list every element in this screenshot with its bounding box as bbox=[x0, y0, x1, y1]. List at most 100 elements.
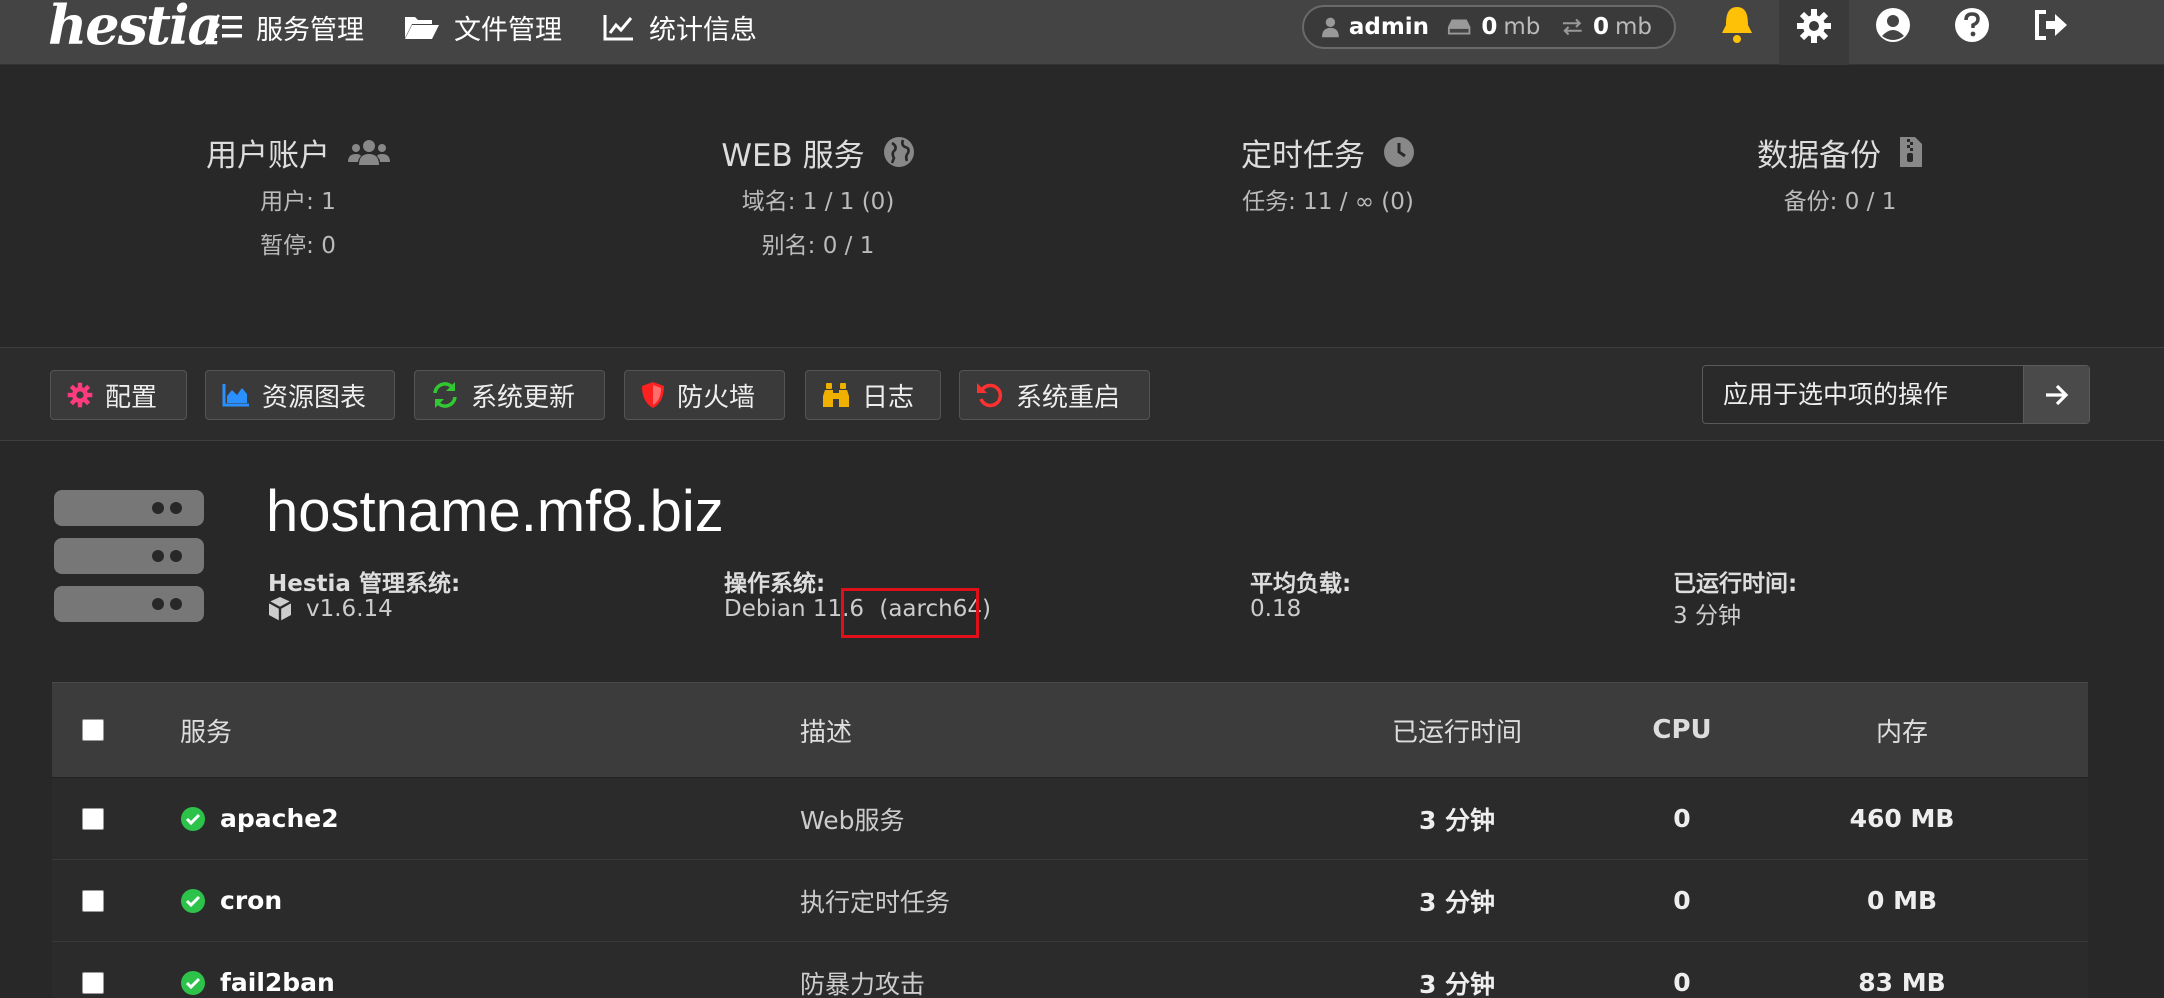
table-row[interactable]: fail2ban 防暴力攻击 3 分钟 0 83 MB bbox=[52, 942, 2088, 998]
button-label: 资源图表 bbox=[262, 382, 367, 413]
summary-title[interactable]: 定时任务 bbox=[1128, 130, 1528, 174]
folder-open-icon bbox=[405, 17, 439, 39]
arrow-right-icon bbox=[2045, 384, 2068, 405]
binoculars-icon bbox=[823, 383, 849, 407]
col-memory[interactable]: 内存 bbox=[1772, 683, 2032, 777]
summary-web-line2: 别名: 0 / 1 bbox=[761, 233, 875, 259]
service-description: 执行定时任务 bbox=[800, 887, 951, 917]
exchange-icon bbox=[1563, 18, 1583, 36]
nav-label: 统计信息 bbox=[649, 14, 757, 46]
highlight-box bbox=[841, 588, 979, 638]
col-cpu[interactable]: CPU bbox=[1592, 683, 1772, 777]
service-cell: apache2 bbox=[180, 778, 339, 859]
hostname-title: hostname.mf8.biz bbox=[266, 479, 724, 544]
summary-title[interactable]: WEB 服务 bbox=[618, 130, 1018, 174]
nav-label: 服务管理 bbox=[256, 14, 364, 46]
clock-icon bbox=[1384, 137, 1414, 167]
service-cell: fail2ban bbox=[180, 942, 335, 998]
summary-web: WEB 服务 域名: 1 / 1 (0) 别名: 0 / 1 bbox=[618, 130, 1018, 262]
chart-line-icon bbox=[603, 15, 633, 41]
logout-icon bbox=[2035, 10, 2067, 40]
cog-icon bbox=[67, 382, 93, 408]
profile-button[interactable] bbox=[1858, 0, 1928, 50]
nav-server-management[interactable]: 服务管理 bbox=[210, 0, 364, 54]
resource-charts-button[interactable]: 资源图表 bbox=[205, 370, 395, 420]
row-checkbox[interactable] bbox=[82, 971, 104, 994]
col-description[interactable]: 描述 bbox=[800, 683, 852, 777]
col-uptime[interactable]: 已运行时间 bbox=[1292, 683, 1622, 777]
apply-button[interactable] bbox=[2023, 366, 2089, 423]
summary-backup: 数据备份 备份: 0 / 1 bbox=[1640, 130, 2040, 218]
undo-icon bbox=[977, 383, 1003, 408]
service-cpu: 0 bbox=[1673, 886, 1691, 915]
user-stats-pill[interactable]: admin 0 mb 0 mb bbox=[1302, 5, 1676, 49]
nav-statistics[interactable]: 统计信息 bbox=[603, 0, 757, 54]
service-cpu: 0 bbox=[1673, 968, 1691, 997]
configure-button[interactable]: 配置 bbox=[50, 370, 187, 420]
button-label: 日志 bbox=[862, 382, 915, 413]
service-memory: 83 MB bbox=[1858, 968, 1946, 997]
nav-file-manager[interactable]: 文件管理 bbox=[404, 0, 562, 54]
refresh-icon bbox=[433, 382, 457, 408]
service-description: 防暴力攻击 bbox=[800, 969, 926, 998]
system-reboot-button[interactable]: 系统重启 bbox=[959, 370, 1150, 420]
table-header: 服务 描述 已运行时间 CPU 内存 bbox=[52, 682, 2088, 778]
table-row[interactable]: apache2 Web服务 3 分钟 0 460 MB bbox=[52, 778, 2088, 860]
bandwidth-unit: mb bbox=[1614, 14, 1652, 40]
services-table: 服务 描述 已运行时间 CPU 内存 apache2 Web服务 3 分钟 0 … bbox=[52, 682, 2088, 998]
summary-users: 用户账户 用户: 1 暂停: 0 bbox=[98, 130, 498, 262]
question-circle-icon bbox=[1955, 8, 1989, 42]
service-name[interactable]: cron bbox=[220, 886, 282, 915]
logout-button[interactable] bbox=[2016, 0, 2086, 50]
service-cell: cron bbox=[180, 860, 282, 941]
summary-title[interactable]: 数据备份 bbox=[1640, 130, 2040, 174]
service-memory: 0 MB bbox=[1866, 886, 1938, 915]
bell-icon bbox=[1722, 7, 1752, 43]
hestia-version-label: Hestia 管理系统: bbox=[268, 571, 461, 597]
summary-backup-title: 数据备份 bbox=[1757, 137, 1881, 174]
os-label: 操作系统: bbox=[724, 571, 826, 597]
service-name[interactable]: apache2 bbox=[220, 804, 339, 833]
summary-web-title: WEB 服务 bbox=[721, 137, 865, 174]
logs-button[interactable]: 日志 bbox=[805, 370, 941, 420]
service-uptime: 3 分钟 bbox=[1418, 969, 1496, 998]
button-label: 防火墙 bbox=[677, 382, 756, 413]
settings-button[interactable] bbox=[1779, 0, 1849, 65]
help-button[interactable] bbox=[1937, 0, 2007, 50]
select-all-cell bbox=[82, 683, 104, 777]
row-checkbox-cell bbox=[82, 778, 104, 859]
hestia-version-value: v1.6.14 bbox=[306, 596, 393, 622]
service-name[interactable]: fail2ban bbox=[220, 968, 335, 997]
row-checkbox[interactable] bbox=[82, 807, 104, 830]
chart-area-icon bbox=[222, 384, 249, 407]
divider bbox=[0, 440, 2164, 441]
table-row[interactable]: cron 执行定时任务 3 分钟 0 0 MB bbox=[52, 860, 2088, 942]
globe-icon bbox=[883, 137, 914, 167]
bulk-action-select[interactable]: 应用于选中项的操作 bbox=[1702, 365, 2090, 424]
firewall-button[interactable]: 防火墙 bbox=[624, 370, 785, 420]
file-archive-icon bbox=[1900, 137, 1922, 167]
service-uptime: 3 分钟 bbox=[1418, 887, 1496, 917]
load-label: 平均负载: bbox=[1250, 571, 1352, 597]
col-service[interactable]: 服务 bbox=[180, 683, 232, 777]
gear-icon bbox=[1797, 8, 1831, 43]
summary-cron: 定时任务 任务: 11 / ∞ (0) bbox=[1128, 130, 1528, 218]
system-update-button[interactable]: 系统更新 bbox=[414, 370, 605, 420]
disk-usage: 0 bbox=[1481, 14, 1498, 40]
username: admin bbox=[1348, 14, 1430, 40]
select-all-checkbox[interactable] bbox=[82, 719, 104, 741]
hestia-logo[interactable]: hestia bbox=[48, 0, 222, 60]
row-checkbox[interactable] bbox=[82, 889, 104, 912]
summary-title[interactable]: 用户账户 bbox=[98, 130, 498, 174]
button-label: 系统更新 bbox=[471, 382, 576, 413]
check-circle-icon bbox=[181, 970, 205, 995]
hard-drive-icon bbox=[1447, 19, 1471, 35]
user-icon bbox=[1322, 17, 1339, 38]
notifications-button[interactable] bbox=[1702, 0, 1772, 50]
hestia-version: v1.6.14 bbox=[268, 596, 393, 622]
nav-label: 文件管理 bbox=[454, 14, 562, 46]
users-icon bbox=[348, 140, 390, 165]
check-circle-icon bbox=[181, 888, 205, 913]
button-label: 系统重启 bbox=[1016, 382, 1121, 413]
summary-cron-title: 定时任务 bbox=[1241, 137, 1365, 174]
